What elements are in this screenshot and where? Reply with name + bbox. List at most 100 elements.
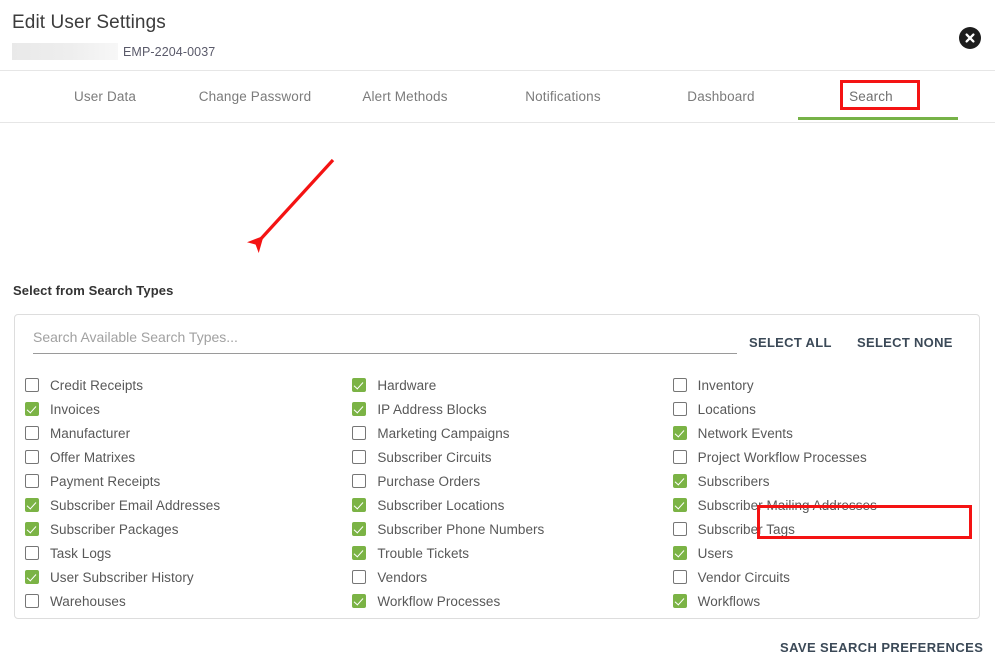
search-type-checkbox-row[interactable]: Subscribers [672,469,979,493]
search-type-checkbox-row[interactable]: Hardware [352,373,657,397]
tab-dashboard[interactable]: Dashboard [646,71,796,122]
tab-user-data[interactable]: User Data [30,71,180,122]
search-type-checkbox-row[interactable]: Payment Receipts [25,469,336,493]
search-type-checkbox-row[interactable]: Locations [672,397,979,421]
search-type-checkbox-row[interactable]: Purchase Orders [352,469,657,493]
checkbox-unchecked-icon[interactable] [672,450,687,464]
tab-notifications[interactable]: Notifications [480,71,646,122]
search-type-label: Warehouses [50,593,126,609]
tab-list: User Data Change Password Alert Methods Not… [0,71,995,122]
search-type-label: Manufacturer [50,425,131,441]
search-type-checkbox-row[interactable]: Workflow Processes [352,589,657,613]
checkbox-checked-icon[interactable] [352,594,367,608]
checkbox-checked-icon[interactable] [672,426,687,440]
search-type-label: Invoices [50,401,100,417]
checkbox-unchecked-icon[interactable] [25,450,39,464]
checkbox-unchecked-icon[interactable] [25,378,39,392]
checkbox-checked-icon[interactable] [352,546,367,560]
user-identity-row: EMP-2204-0037 [12,43,215,60]
search-type-label: Vendors [377,569,428,585]
search-type-checkbox-row[interactable]: Subscriber Email Addresses [25,493,336,517]
search-type-checkbox-row[interactable]: Task Logs [25,541,336,565]
checkbox-unchecked-icon[interactable] [352,426,367,440]
search-type-checkbox-row[interactable]: User Subscriber History [25,565,336,589]
checkbox-unchecked-icon[interactable] [25,474,39,488]
checkbox-checked-icon[interactable] [25,522,39,536]
checkbox-checked-icon[interactable] [352,402,367,416]
search-type-label: Locations [697,401,756,417]
search-type-label: Subscriber Packages [50,521,179,537]
tab-change-password[interactable]: Change Password [180,71,330,122]
search-type-label: Subscriber Tags [697,521,795,537]
save-search-preferences-button[interactable]: SAVE SEARCH PREFERENCES [766,631,995,664]
search-types-columns: Credit Receipts Invoices Manufacturer Offer… [15,373,979,613]
checkbox-unchecked-icon[interactable] [25,426,39,440]
search-type-label: Trouble Tickets [377,545,470,561]
checkbox-unchecked-icon[interactable] [672,378,687,392]
search-type-checkbox-row[interactable]: Subscriber Circuits [352,445,657,469]
search-type-checkbox-row[interactable]: Subscriber Phone Numbers [352,517,657,541]
search-type-label: Task Logs [50,545,112,561]
search-type-label: IP Address Blocks [377,401,487,417]
search-type-checkbox-row[interactable]: Subscriber Packages [25,517,336,541]
checkbox-unchecked-icon[interactable] [672,402,687,416]
search-type-checkbox-row[interactable]: Manufacturer [25,421,336,445]
select-all-button[interactable]: SELECT ALL [749,335,832,350]
search-type-checkbox-row[interactable]: Network Events [672,421,979,445]
search-type-checkbox-row[interactable]: Offer Matrixes [25,445,336,469]
checkbox-unchecked-icon[interactable] [352,570,367,584]
search-type-label: Workflows [697,593,761,609]
search-type-label: Inventory [697,377,754,393]
search-type-checkbox-row[interactable]: Inventory [672,373,979,397]
checkbox-checked-icon[interactable] [672,594,687,608]
redacted-username-bar [12,43,118,60]
panel-toolbar: SELECT ALL SELECT NONE [15,315,979,370]
checkbox-unchecked-icon[interactable] [672,570,687,584]
close-icon[interactable] [959,27,981,49]
modal-header: Edit User Settings EMP-2204-0037 [0,0,995,70]
checkbox-checked-icon[interactable] [672,546,687,560]
search-type-checkbox-row[interactable]: IP Address Blocks [352,397,657,421]
search-type-checkbox-row[interactable]: Credit Receipts [25,373,336,397]
search-type-checkbox-row[interactable]: Subscriber Mailing Addresses [672,493,979,517]
search-type-checkbox-row[interactable]: Trouble Tickets [352,541,657,565]
search-field-wrapper [33,329,737,354]
search-type-label: Vendor Circuits [697,569,790,585]
search-type-checkbox-row[interactable]: Marketing Campaigns [352,421,657,445]
search-type-label: Purchase Orders [377,473,481,489]
checkbox-checked-icon[interactable] [25,402,39,416]
search-type-label: Network Events [697,425,793,441]
search-type-label: Users [697,545,734,561]
checkbox-checked-icon[interactable] [25,498,39,512]
search-type-checkbox-row[interactable]: Vendor Circuits [672,565,979,589]
search-type-label: User Subscriber History [50,569,194,585]
search-type-checkbox-row[interactable]: Workflows [672,589,979,613]
checkbox-checked-icon[interactable] [672,474,687,488]
search-input[interactable] [33,329,737,345]
search-type-checkbox-row[interactable]: Users [672,541,979,565]
search-type-checkbox-row[interactable]: Vendors [352,565,657,589]
checkbox-checked-icon[interactable] [352,522,367,536]
select-none-button[interactable]: SELECT NONE [857,335,953,350]
search-type-checkbox-row[interactable]: Project Workflow Processes [672,445,979,469]
tab-search[interactable]: Search [796,71,946,122]
search-type-checkbox-row[interactable]: Warehouses [25,589,336,613]
search-type-label: Hardware [377,377,437,393]
checkbox-unchecked-icon[interactable] [25,546,39,560]
search-type-label: Subscribers [697,473,770,489]
page-title: Edit User Settings [12,12,166,33]
checkbox-unchecked-icon[interactable] [352,474,367,488]
tab-alert-methods[interactable]: Alert Methods [330,71,480,122]
checkbox-checked-icon[interactable] [672,498,687,512]
checkbox-checked-icon[interactable] [352,498,367,512]
search-type-label: Subscriber Circuits [377,449,492,465]
checkbox-unchecked-icon[interactable] [25,594,39,608]
search-type-checkbox-row[interactable]: Subscriber Tags [672,517,979,541]
checkbox-checked-icon[interactable] [352,378,367,392]
search-type-checkbox-row[interactable]: Subscriber Locations [352,493,657,517]
checkbox-checked-icon[interactable] [25,570,39,584]
search-type-checkbox-row[interactable]: Invoices [25,397,336,421]
checkbox-unchecked-icon[interactable] [352,450,367,464]
search-type-label: Credit Receipts [50,377,144,393]
checkbox-unchecked-icon[interactable] [672,522,687,536]
